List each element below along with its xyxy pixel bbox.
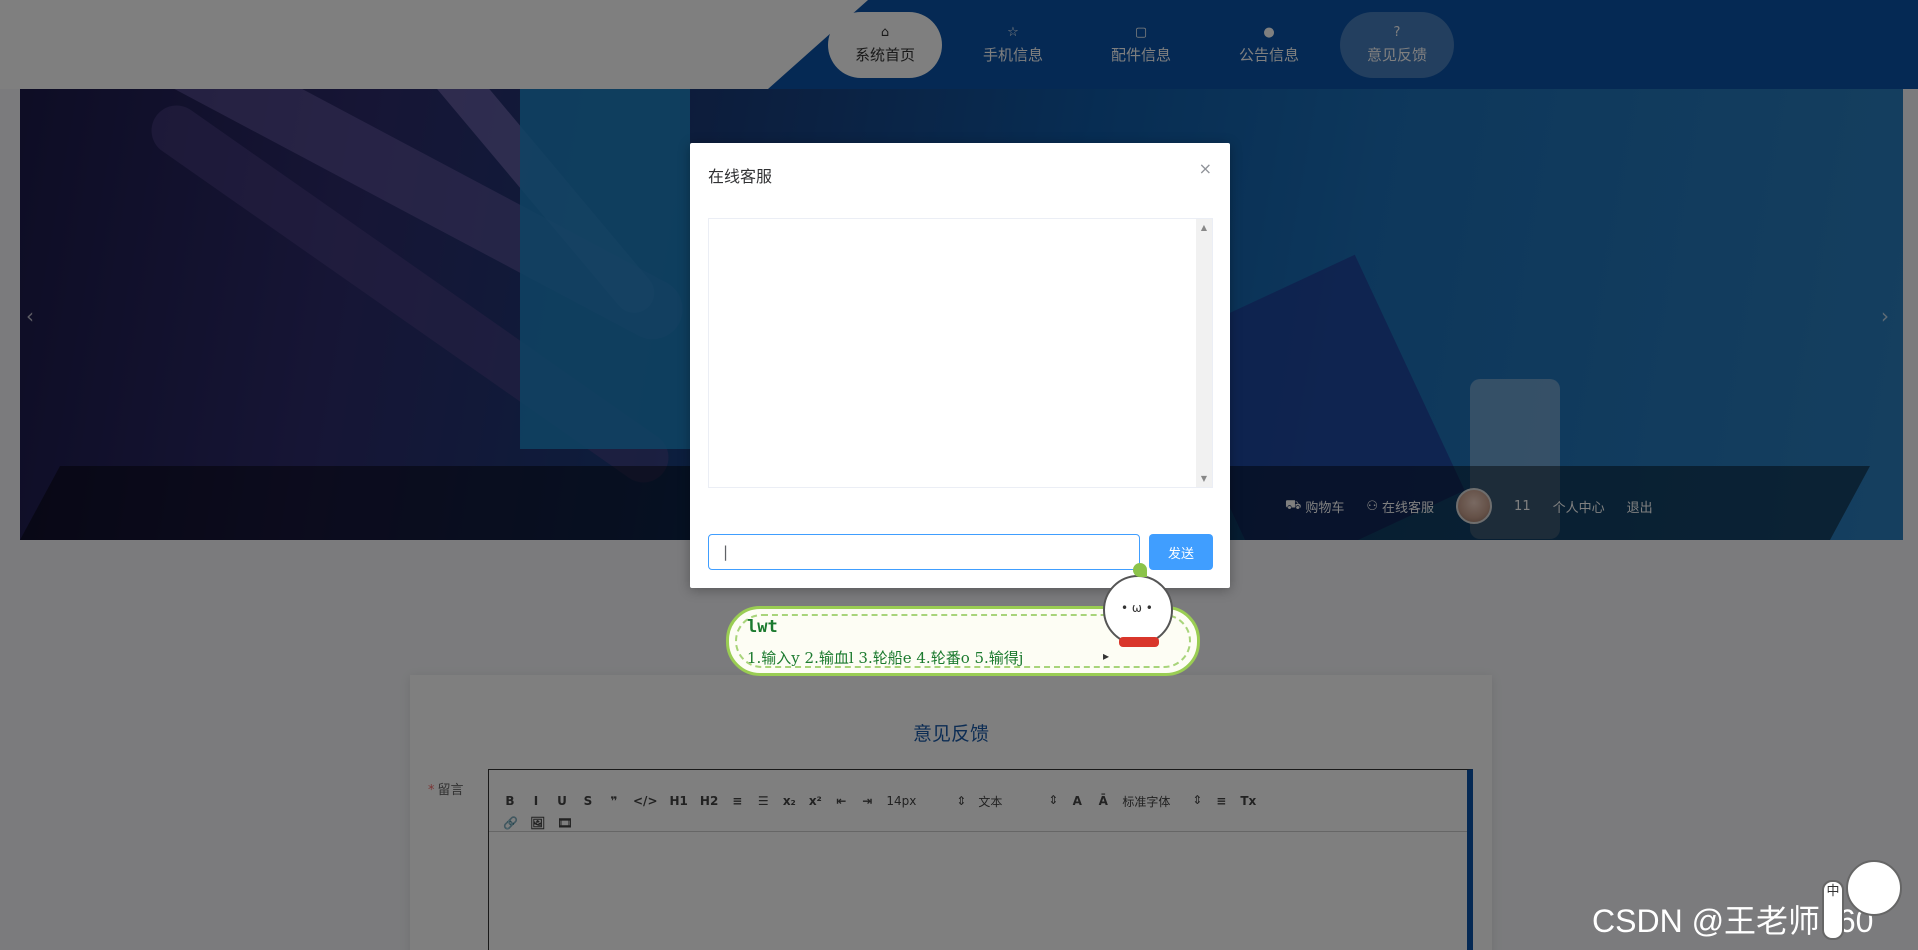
- scroll-down-icon[interactable]: ▼: [1196, 474, 1212, 483]
- ime-toolbar-mascot-icon[interactable]: [1846, 860, 1902, 916]
- chat-input[interactable]: [708, 534, 1140, 570]
- chat-dialog: 在线客服 × ▲ ▼ 发送: [690, 143, 1230, 588]
- ime-candidates[interactable]: 1.输入y 2.输血l 3.轮船e 4.轮番o 5.输得j: [747, 647, 1023, 668]
- sprout-icon: [1133, 563, 1147, 577]
- chat-message-area[interactable]: ▲ ▼: [708, 218, 1213, 488]
- scroll-up-icon[interactable]: ▲: [1196, 223, 1212, 232]
- ime-status-indicator[interactable]: 中: [1822, 880, 1844, 940]
- mascot-scarf: [1119, 637, 1159, 647]
- ime-composition: lwt: [747, 617, 778, 637]
- ime-mascot-icon: • ω •: [1103, 563, 1173, 647]
- scrollbar[interactable]: ▲ ▼: [1196, 219, 1212, 487]
- send-button[interactable]: 发送: [1149, 534, 1213, 570]
- mascot-face: • ω •: [1121, 601, 1153, 615]
- ime-next-page-icon[interactable]: ▸: [1103, 649, 1109, 663]
- dialog-title: 在线客服: [708, 167, 773, 186]
- close-icon[interactable]: ×: [1199, 159, 1212, 178]
